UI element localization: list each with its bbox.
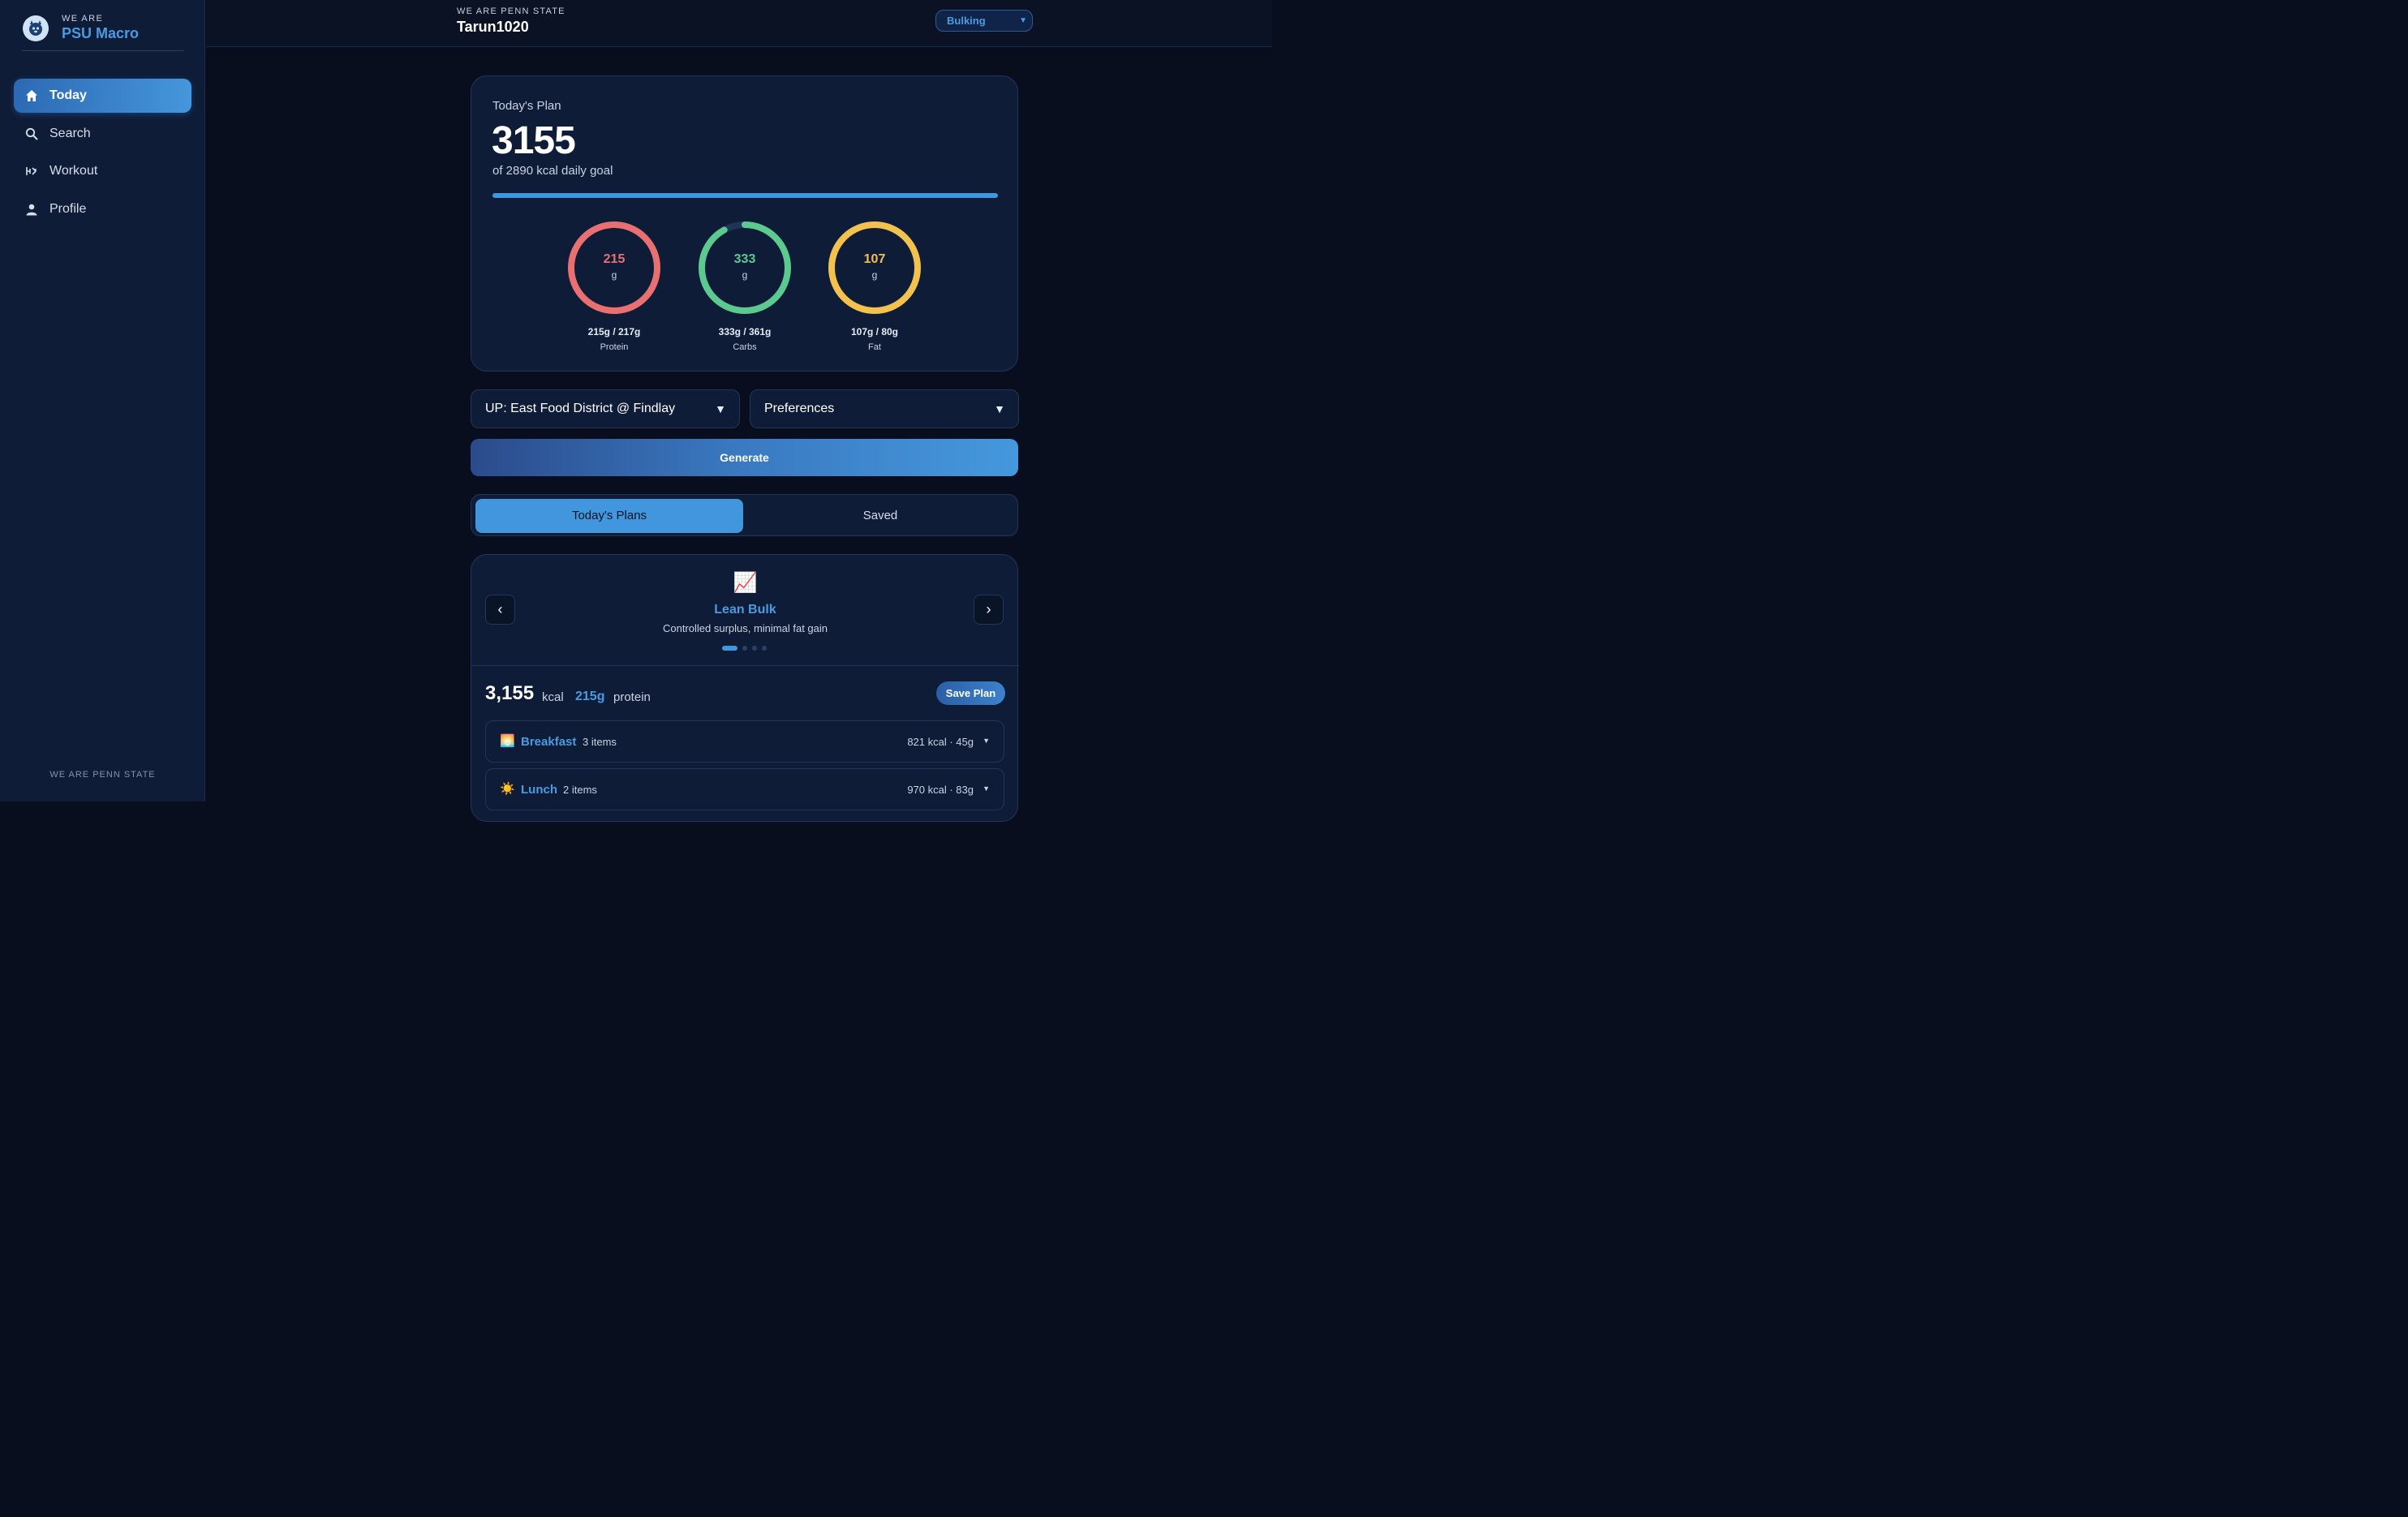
summary-protein: 215g — [575, 690, 605, 703]
fat-value: 107 — [863, 252, 886, 266]
username: Tarun1020 — [457, 19, 529, 35]
carbs-ring: 333 g — [696, 219, 793, 316]
brand[interactable]: WE ARE PSU Macro — [23, 14, 139, 42]
plan-tabs: Today's Plans Saved — [471, 494, 1018, 536]
carousel-dot[interactable] — [722, 646, 737, 651]
workout-icon — [25, 165, 38, 178]
fat-ring: 107 g — [826, 219, 923, 316]
sidebar-item-search[interactable]: Search — [14, 117, 191, 151]
carbs-unit: g — [742, 269, 748, 281]
fat-label: Fat — [868, 342, 881, 352]
search-icon — [25, 127, 38, 140]
sidebar-item-label: Today — [49, 88, 87, 102]
summary-protein-unit: protein — [613, 690, 651, 704]
macro-fat: 107 g 107g / 80g Fat — [826, 219, 923, 352]
sun-icon: ☀️ — [500, 782, 515, 796]
sidebar-item-workout[interactable]: Workout — [14, 154, 191, 188]
plan-kcal: 3155 — [492, 119, 576, 162]
chevron-down-icon: ▼ — [1019, 16, 1027, 25]
brand-divider — [22, 50, 184, 51]
carbs-value: 333 — [733, 252, 756, 266]
plan-label: Today's Plan — [492, 99, 561, 113]
divider — [471, 665, 1019, 666]
carousel-dot[interactable] — [742, 646, 747, 651]
protein-label: Protein — [600, 342, 629, 352]
meal-item-count: 2 items — [563, 784, 597, 796]
calorie-progress-fill — [492, 193, 998, 198]
person-icon — [25, 203, 38, 216]
sidebar-item-label: Search — [49, 126, 91, 140]
preferences-value: Preferences — [764, 402, 835, 415]
tab-todays-plans[interactable]: Today's Plans — [475, 499, 743, 533]
meal-breakfast[interactable]: 🌅 Breakfast 3 items 821 kcal · 45g ▼ — [485, 720, 1004, 763]
plan-detail-card: 📈 ‹ › Lean Bulk Controlled surplus, mini… — [471, 554, 1019, 822]
carousel-dot[interactable] — [752, 646, 757, 651]
carbs-label: Carbs — [733, 342, 757, 352]
meal-item-count: 3 items — [583, 736, 617, 748]
chart-trend-icon: 📈 — [733, 572, 758, 594]
header-subtitle: WE ARE PENN STATE — [457, 6, 565, 16]
todays-plan-card: Today's Plan 3155 of 2890 kcal daily goa… — [471, 75, 1018, 372]
preferences-select[interactable]: Preferences ▼ — [750, 389, 1019, 428]
macro-protein: 215 g 215g / 217g Protein — [565, 219, 663, 352]
home-icon — [25, 89, 38, 102]
strategy-description: Controlled surplus, minimal fat gain — [662, 622, 828, 634]
chevron-down-icon: ▼ — [715, 402, 726, 415]
generate-button[interactable]: Generate — [471, 439, 1018, 476]
sidebar-nav: Today Search Workout Profile — [14, 79, 191, 230]
carbs-amount: 333g / 361g — [718, 326, 772, 337]
carousel-dot[interactable] — [762, 646, 767, 651]
strategy-name: Lean Bulk — [714, 603, 776, 617]
lion-logo-icon — [23, 15, 49, 41]
dining-location-value: UP: East Food District @ Findlay — [485, 402, 676, 415]
meal-stats: 821 kcal · 45g — [907, 736, 974, 748]
sidebar-item-profile[interactable]: Profile — [14, 192, 191, 226]
dining-location-select[interactable]: UP: East Food District @ Findlay ▼ — [471, 389, 740, 428]
meal-stats: 970 kcal · 83g — [907, 784, 974, 796]
chevron-down-icon: ▼ — [994, 402, 1005, 415]
sidebar-item-label: Workout — [49, 164, 98, 178]
protein-value: 215 — [603, 252, 626, 266]
save-plan-button[interactable]: Save Plan — [936, 681, 1005, 705]
protein-ring: 215 g — [565, 219, 663, 316]
meal-lunch[interactable]: ☀️ Lunch 2 items 970 kcal · 83g ▼ — [485, 768, 1004, 810]
goal-select[interactable]: Bulking ▼ — [935, 10, 1033, 32]
sidebar-footer: WE ARE PENN STATE — [49, 770, 156, 780]
sunrise-icon: 🌅 — [500, 734, 515, 748]
brand-name: PSU Macro — [62, 25, 140, 41]
sidebar-item-today[interactable]: Today — [14, 79, 191, 113]
macro-carbs: 333 g 333g / 361g Carbs — [696, 219, 793, 352]
fat-amount: 107g / 80g — [850, 326, 899, 337]
header: WE ARE PENN STATE Tarun1020 Bulking ▼ — [206, 0, 1272, 47]
brand-tagline: WE ARE — [62, 14, 104, 24]
fat-unit: g — [871, 269, 878, 281]
meal-name: Breakfast — [521, 735, 577, 749]
chevron-down-icon: ▼ — [983, 737, 990, 745]
sidebar-item-label: Profile — [49, 201, 87, 216]
protein-amount: 215g / 217g — [587, 326, 641, 337]
plan-goal-text: of 2890 kcal daily goal — [492, 164, 613, 178]
meal-name: Lunch — [521, 783, 557, 797]
chevron-down-icon: ▼ — [983, 784, 990, 793]
summary-kcal-unit: kcal — [542, 690, 564, 704]
goal-select-value: Bulking — [947, 15, 986, 27]
protein-unit: g — [611, 269, 617, 281]
summary-kcal: 3,155 — [485, 682, 535, 704]
calorie-progress-bar — [492, 193, 998, 198]
carousel-dots — [722, 646, 772, 651]
tab-saved[interactable]: Saved — [746, 499, 1014, 533]
sidebar: WE ARE PSU Macro Today Search Workout Pr… — [0, 0, 205, 801]
